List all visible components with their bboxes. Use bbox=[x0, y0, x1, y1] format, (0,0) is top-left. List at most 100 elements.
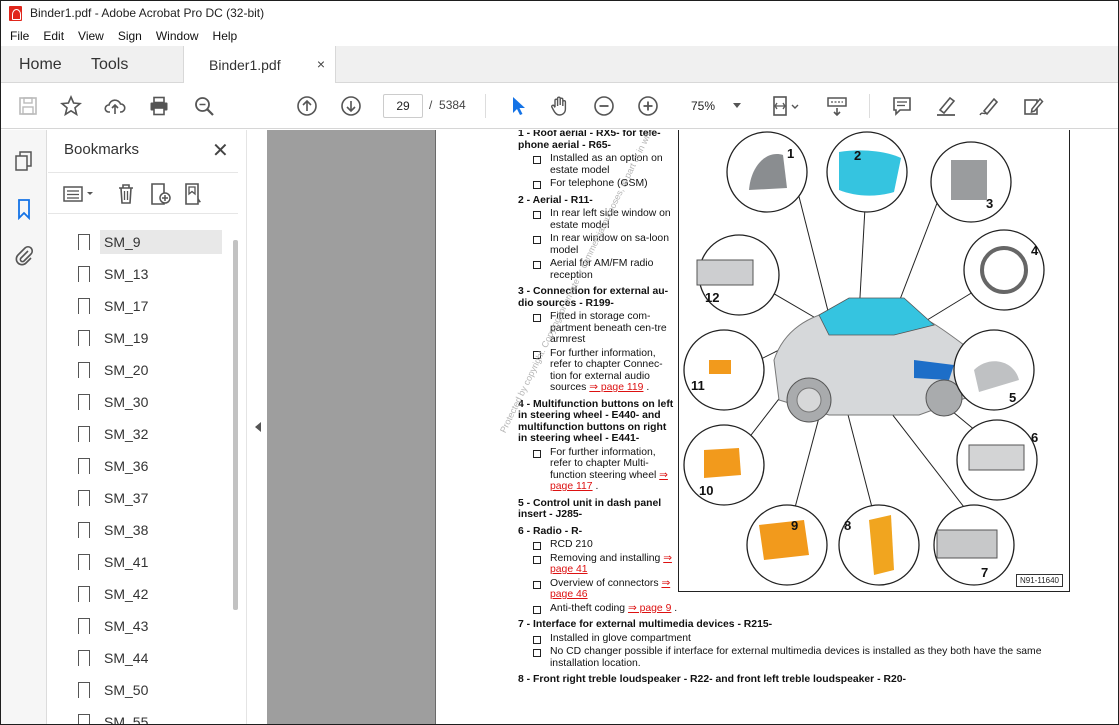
legend-bullet: For telephone (GSM) bbox=[518, 178, 678, 190]
print-icon[interactable] bbox=[146, 93, 172, 119]
zoom-level-dropdown[interactable]: 75% bbox=[681, 94, 747, 118]
star-icon[interactable] bbox=[58, 93, 84, 119]
exploded-view-figure: 1 2 3 4 5 6 7 8 9 10 11 12 N91-11640 bbox=[678, 130, 1070, 592]
bookmark-label: SM_13 bbox=[104, 266, 149, 282]
bookmark-label: SM_50 bbox=[104, 682, 149, 698]
menu-view[interactable]: View bbox=[78, 29, 104, 43]
bookmark-item[interactable]: SM_42 bbox=[77, 578, 228, 610]
menu-file[interactable]: File bbox=[10, 29, 29, 43]
bookmark-item[interactable]: SM_36 bbox=[77, 450, 228, 482]
keyboard-scroll-icon[interactable] bbox=[824, 93, 850, 119]
chevron-down-icon bbox=[733, 103, 741, 108]
bookmark-options-menu-icon[interactable] bbox=[62, 182, 98, 206]
bookmark-label: SM_20 bbox=[104, 362, 149, 378]
bookmark-item[interactable]: SM_38 bbox=[77, 514, 228, 546]
tab-home[interactable]: Home bbox=[19, 46, 62, 83]
bookmark-ribbon-icon bbox=[77, 522, 90, 543]
bookmark-ribbon-icon bbox=[77, 618, 90, 639]
tab-tools[interactable]: Tools bbox=[91, 46, 128, 83]
hand-tool-icon[interactable] bbox=[547, 93, 573, 119]
menu-help[interactable]: Help bbox=[213, 29, 238, 43]
bookmark-item[interactable]: SM_55 bbox=[78, 706, 228, 724]
bookmark-item[interactable]: SM_50 bbox=[77, 674, 228, 706]
legend-item-heading: 5 - Control unit in dash panel insert - … bbox=[518, 497, 662, 521]
bookmark-label: SM_9 bbox=[100, 230, 222, 254]
car-illustration bbox=[773, 297, 980, 423]
select-cursor-icon[interactable] bbox=[505, 93, 531, 119]
delete-trash-icon[interactable] bbox=[114, 182, 138, 206]
panel-splitter[interactable] bbox=[246, 130, 266, 724]
page-number-input[interactable]: 29 bbox=[383, 94, 423, 118]
menu-window[interactable]: Window bbox=[156, 29, 199, 43]
bookmark-ribbon-icon bbox=[77, 394, 90, 415]
bookmark-item[interactable]: SM_30 bbox=[77, 386, 228, 418]
left-nav-rail bbox=[1, 130, 47, 724]
legend-item-heading: 6 - Radio - R- bbox=[518, 525, 583, 537]
legend-bullet: Overview of connectors ⇒ page 46 bbox=[518, 578, 678, 601]
bookmark-item[interactable]: SM_32 bbox=[77, 418, 228, 450]
legend-bullet-tail: . bbox=[671, 602, 678, 614]
legend-item: 4 - Multifunction buttons on left in ste… bbox=[518, 399, 678, 493]
bookmark-item[interactable]: SM_20 bbox=[77, 354, 228, 386]
tab-document-label: Binder1.pdf bbox=[209, 57, 281, 73]
close-panel-icon[interactable]: ✕ bbox=[212, 138, 229, 163]
toolbar: 29 / 5384 75% bbox=[1, 83, 1118, 129]
acrobat-app-icon bbox=[9, 5, 22, 21]
toolbar-divider bbox=[485, 94, 486, 118]
callout-7: 7 bbox=[981, 565, 988, 580]
bookmark-item[interactable]: SM_41 bbox=[77, 546, 228, 578]
legend-bullet-text: RCD 210 bbox=[550, 539, 593, 550]
next-page-icon[interactable] bbox=[338, 93, 364, 119]
legend-bullet: Removing and installing ⇒ page 41 bbox=[518, 553, 678, 576]
bookmark-ribbon-icon bbox=[77, 650, 90, 671]
legend-bullet-text: For telephone (GSM) bbox=[550, 178, 648, 189]
bookmark-ribbon-icon bbox=[77, 298, 90, 319]
highlight-pen-icon[interactable] bbox=[933, 93, 959, 119]
page-reference-link[interactable]: ⇒ page 119 bbox=[589, 382, 643, 393]
bookmark-ribbon-icon bbox=[77, 330, 90, 351]
bookmark-item[interactable]: SM_13 bbox=[77, 258, 228, 290]
page-reference-link[interactable]: ⇒ page 9 bbox=[628, 603, 671, 614]
page-thumbnails-icon[interactable] bbox=[13, 150, 35, 172]
pdf-page[interactable]: 1 - Roof aerial - RX5- for tele- phone a… bbox=[435, 130, 1118, 724]
collapse-panel-arrow-icon[interactable] bbox=[255, 422, 261, 432]
bookmark-item[interactable]: SM_44 bbox=[77, 642, 228, 674]
zoom-out-icon[interactable] bbox=[591, 93, 617, 119]
legend-item-heading: 7 - Interface for external multimedia de… bbox=[518, 619, 773, 630]
bookmark-item[interactable]: SM_17 bbox=[77, 290, 228, 322]
new-bookmark-icon[interactable] bbox=[148, 182, 172, 206]
find-bookmark-icon[interactable] bbox=[182, 182, 206, 206]
menu-sign[interactable]: Sign bbox=[118, 29, 142, 43]
bookmarks-panel-icon[interactable] bbox=[13, 198, 35, 221]
close-tab-icon[interactable]: × bbox=[317, 56, 325, 72]
figure-illustration: 1 2 3 4 5 6 7 8 9 10 11 12 bbox=[683, 131, 1045, 586]
bookmark-item[interactable]: SM_19 bbox=[77, 322, 228, 354]
bookmarks-scrollbar[interactable] bbox=[233, 240, 238, 610]
upload-cloud-icon[interactable] bbox=[102, 93, 128, 119]
page-fit-icon[interactable] bbox=[769, 93, 803, 119]
bookmark-item[interactable]: SM_43 bbox=[77, 610, 228, 642]
bookmark-item[interactable]: SM_9 bbox=[77, 226, 228, 258]
fill-sign-icon[interactable] bbox=[976, 93, 1002, 119]
save-icon[interactable] bbox=[15, 93, 41, 119]
previous-page-icon[interactable] bbox=[294, 93, 320, 119]
legend-bullet-text: Removing and installing bbox=[550, 552, 661, 564]
bookmark-item[interactable]: SM_37 bbox=[77, 482, 228, 514]
edit-pdf-icon[interactable] bbox=[1020, 93, 1046, 119]
zoom-search-icon[interactable] bbox=[191, 93, 217, 119]
bookmark-label: SM_32 bbox=[104, 426, 149, 442]
bookmarks-toolbar bbox=[48, 172, 238, 214]
zoom-in-icon[interactable] bbox=[635, 93, 661, 119]
attachments-paperclip-icon[interactable] bbox=[13, 244, 35, 266]
legend-bullet: Aerial for AM/FM radio reception bbox=[518, 258, 678, 281]
legend-item: 5 - Control unit in dash panel insert - … bbox=[518, 498, 678, 521]
legend-bullet-tail: . bbox=[592, 481, 599, 492]
legend-bullet-text: Anti-theft coding bbox=[550, 602, 626, 614]
comment-icon[interactable] bbox=[889, 93, 915, 119]
page-total: / 5384 bbox=[429, 98, 466, 112]
callout-9: 9 bbox=[791, 518, 798, 533]
bookmark-label: SM_17 bbox=[104, 298, 149, 314]
legend-bullet: Installed in glove compartment bbox=[518, 633, 1078, 645]
tab-document[interactable]: Binder1.pdf × bbox=[183, 46, 336, 84]
menu-edit[interactable]: Edit bbox=[43, 29, 64, 43]
